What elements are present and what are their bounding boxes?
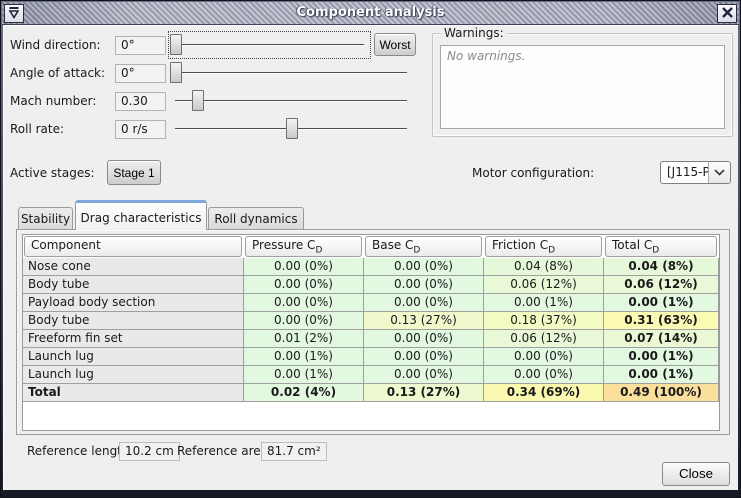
active-stages-label: Active stages:	[10, 162, 95, 185]
table-total-row: Total 0.02 (4%) 0.13 (27%) 0.34 (69%) 0.…	[23, 384, 719, 402]
total-cell: 0.31 (63%)	[604, 312, 719, 330]
friction-cell: 0.18 (37%)	[484, 312, 604, 330]
slider-track	[175, 72, 407, 74]
motor-configuration-select[interactable]: [J115-P]	[660, 161, 731, 184]
angle-of-attack-field[interactable]: 0°	[115, 64, 166, 83]
pressure-cell: 0.00 (0%)	[244, 258, 364, 276]
table-row: Body tube 0.00 (0%) 0.00 (0%) 0.06 (12%)…	[23, 276, 719, 294]
base-cell: 0.00 (0%)	[364, 276, 484, 294]
pressure-cell: 0.00 (1%)	[244, 348, 364, 366]
pressure-cell: 0.02 (4%)	[244, 384, 364, 402]
table-row: Payload body section 0.00 (0%) 0.00 (0%)…	[23, 294, 719, 312]
friction-cell: 0.34 (69%)	[484, 384, 604, 402]
drag-characteristics-panel: Component Pressure CD Base CD Friction C…	[16, 229, 730, 435]
window-title: Component analysis	[2, 5, 739, 20]
close-icon	[721, 6, 734, 22]
friction-cell: 0.06 (12%)	[484, 276, 604, 294]
component-cell: Freeform fin set	[23, 330, 244, 348]
table-row: Body tube 0.00 (0%) 0.13 (27%) 0.18 (37%…	[23, 312, 719, 330]
component-analysis-dialog: Component analysis Wind direction: 0° Wo…	[0, 0, 741, 498]
angle-of-attack-label: Angle of attack:	[10, 64, 105, 83]
header-friction-cd[interactable]: Friction CD	[485, 236, 602, 257]
warnings-list: No warnings.	[440, 45, 725, 129]
reference-area-value: 81.7 cm²	[261, 442, 327, 461]
friction-cell: 0.00 (1%)	[484, 294, 604, 312]
table-row: Launch lug 0.00 (1%) 0.00 (0%) 0.00 (0%)…	[23, 348, 719, 366]
header-total-cd[interactable]: Total CD	[605, 236, 717, 257]
total-cell: 0.07 (14%)	[604, 330, 719, 348]
drag-table-scrollpane[interactable]: Component Pressure CD Base CD Friction C…	[22, 234, 720, 431]
friction-cell: 0.00 (0%)	[484, 348, 604, 366]
drag-table-header-row: Component Pressure CD Base CD Friction C…	[23, 235, 719, 258]
base-cell: 0.13 (27%)	[364, 312, 484, 330]
wind-direction-label: Wind direction:	[10, 36, 101, 55]
total-cell: 0.49 (100%)	[604, 384, 719, 402]
total-cell: 0.00 (1%)	[604, 348, 719, 366]
component-cell: Launch lug	[23, 366, 244, 384]
total-cell: 0.00 (1%)	[604, 294, 719, 312]
wind-direction-field[interactable]: 0°	[115, 36, 166, 55]
component-cell: Body tube	[23, 276, 244, 294]
pressure-cell: 0.00 (0%)	[244, 312, 364, 330]
pressure-cell: 0.00 (0%)	[244, 276, 364, 294]
base-cell: 0.00 (0%)	[364, 366, 484, 384]
warnings-title: Warnings:	[441, 26, 507, 41]
slider-track	[175, 100, 407, 102]
roll-rate-slider-thumb[interactable]	[286, 118, 298, 139]
friction-cell: 0.04 (8%)	[484, 258, 604, 276]
table-row: Freeform fin set 0.01 (2%) 0.00 (0%) 0.0…	[23, 330, 719, 348]
worst-button[interactable]: Worst	[374, 33, 416, 56]
header-pressure-cd[interactable]: Pressure CD	[245, 236, 362, 257]
slider-track	[175, 44, 364, 46]
header-base-cd[interactable]: Base CD	[365, 236, 482, 257]
total-cell: 0.00 (1%)	[604, 366, 719, 384]
tab-roll-dynamics[interactable]: Roll dynamics	[208, 207, 304, 230]
pressure-cell: 0.01 (2%)	[244, 330, 364, 348]
roll-rate-slider[interactable]	[170, 117, 412, 141]
angle-of-attack-slider[interactable]	[170, 61, 412, 85]
base-cell: 0.00 (0%)	[364, 348, 484, 366]
warnings-panel: Warnings: No warnings.	[432, 33, 733, 137]
component-cell: Payload body section	[23, 294, 244, 312]
total-cell: 0.04 (8%)	[604, 258, 719, 276]
reference-length-value: 10.2 cm	[119, 442, 180, 461]
window-close-button[interactable]	[717, 4, 737, 23]
close-button[interactable]: Close	[662, 462, 730, 486]
total-cell: 0.06 (12%)	[604, 276, 719, 294]
base-cell: 0.00 (0%)	[364, 330, 484, 348]
dialog-content: Wind direction: 0° Worst Angle of attack…	[3, 25, 738, 490]
reference-area-label: Reference area:	[177, 442, 272, 461]
mach-number-field[interactable]: 0.30	[115, 92, 166, 111]
wind-direction-slider-thumb[interactable]	[170, 34, 182, 55]
base-cell: 0.00 (0%)	[364, 294, 484, 312]
reference-length-label: Reference length:	[27, 442, 134, 461]
roll-rate-field[interactable]: 0 r/s	[115, 120, 166, 139]
header-component[interactable]: Component	[24, 236, 242, 257]
friction-cell: 0.06 (12%)	[484, 330, 604, 348]
table-row: Launch lug 0.00 (1%) 0.00 (0%) 0.00 (0%)…	[23, 366, 719, 384]
base-cell: 0.00 (0%)	[364, 258, 484, 276]
angle-of-attack-slider-thumb[interactable]	[170, 62, 182, 83]
component-cell: Nose cone	[23, 258, 244, 276]
table-row: Nose cone 0.00 (0%) 0.00 (0%) 0.04 (8%) …	[23, 258, 719, 276]
mach-number-label: Mach number:	[10, 92, 96, 111]
mach-number-slider[interactable]	[170, 89, 412, 113]
motor-configuration-label: Motor configuration:	[472, 162, 594, 185]
wind-direction-slider[interactable]	[170, 33, 369, 57]
component-cell: Body tube	[23, 312, 244, 330]
pressure-cell: 0.00 (1%)	[244, 366, 364, 384]
base-cell: 0.13 (27%)	[364, 384, 484, 402]
component-cell: Launch lug	[23, 348, 244, 366]
chevron-down-icon[interactable]	[708, 162, 730, 183]
tab-drag-characteristics[interactable]: Drag characteristics	[75, 200, 207, 230]
pressure-cell: 0.00 (0%)	[244, 294, 364, 312]
mach-number-slider-thumb[interactable]	[192, 90, 204, 111]
stage-1-toggle-button[interactable]: Stage 1	[107, 160, 161, 185]
title-bar[interactable]: Component analysis	[2, 2, 739, 25]
component-cell: Total	[23, 384, 244, 402]
friction-cell: 0.00 (0%)	[484, 366, 604, 384]
tab-stability[interactable]: Stability	[18, 207, 73, 230]
roll-rate-label: Roll rate:	[10, 120, 64, 139]
